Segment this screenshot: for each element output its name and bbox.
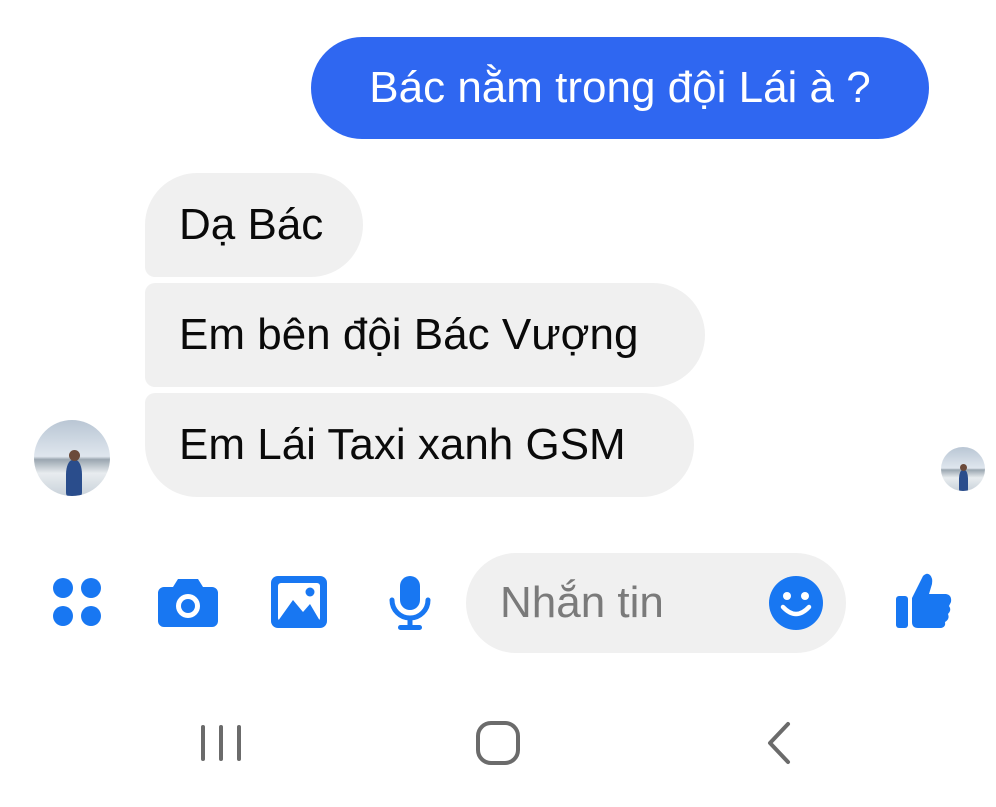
message-input[interactable]: Nhắn tin bbox=[466, 553, 846, 653]
menu-grid-icon[interactable] bbox=[52, 577, 102, 627]
sender-avatar[interactable] bbox=[34, 420, 110, 496]
incoming-message-text: Em bên đội Bác Vượng bbox=[179, 310, 639, 359]
camera-icon[interactable] bbox=[156, 575, 220, 629]
outgoing-message-bubble[interactable]: Bác nằm trong đội Lái à ? bbox=[311, 37, 929, 139]
gallery-icon[interactable] bbox=[271, 576, 327, 628]
recent-apps-icon[interactable] bbox=[199, 723, 243, 763]
emoji-icon[interactable] bbox=[768, 575, 824, 631]
home-icon[interactable] bbox=[475, 720, 521, 766]
incoming-message-bubble[interactable]: Dạ Bác bbox=[145, 173, 363, 277]
incoming-message-bubble[interactable]: Em Lái Taxi xanh GSM bbox=[145, 393, 694, 497]
incoming-message-text: Dạ Bác bbox=[179, 200, 324, 249]
outgoing-message-text: Bác nằm trong đội Lái à ? bbox=[369, 63, 871, 112]
incoming-message-text: Em Lái Taxi xanh GSM bbox=[179, 420, 626, 469]
microphone-icon[interactable] bbox=[387, 574, 433, 632]
seen-receipt-avatar bbox=[941, 447, 985, 491]
thumbs-up-icon[interactable] bbox=[896, 572, 952, 630]
message-input-placeholder: Nhắn tin bbox=[500, 578, 664, 627]
back-icon[interactable] bbox=[764, 721, 794, 765]
incoming-message-bubble[interactable]: Em bên đội Bác Vượng bbox=[145, 283, 705, 387]
